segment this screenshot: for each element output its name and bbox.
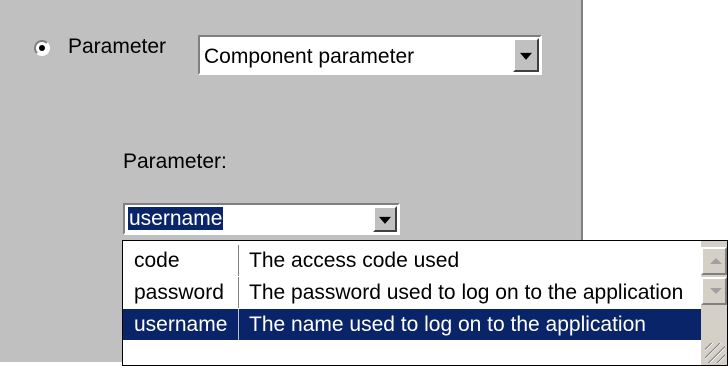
scroll-down-icon [710, 288, 722, 294]
parameter-radio[interactable] [34, 40, 50, 56]
column-divider [238, 245, 239, 276]
list-item-selected[interactable]: username The name used to log on to the … [123, 309, 701, 340]
item-name: code [134, 249, 180, 272]
source-select[interactable]: Component parameter [198, 35, 542, 75]
resize-grip-icon[interactable] [705, 343, 725, 363]
scroll-up-button[interactable] [701, 247, 727, 275]
parameter-combo-button[interactable] [373, 206, 397, 232]
item-description: The name used to log on to the applicati… [249, 313, 646, 336]
item-description: The password used to log on to the appli… [249, 281, 684, 304]
list-item[interactable]: password The password used to log on to … [123, 277, 701, 308]
column-divider [238, 309, 239, 340]
item-name: username [134, 313, 228, 336]
list-item[interactable]: code The access code used [123, 245, 701, 276]
parameter-dropdown-list[interactable]: code The access code used password The p… [122, 240, 728, 366]
item-name: password [134, 281, 224, 304]
parameter-combo[interactable]: username [123, 203, 400, 235]
source-select-value: Component parameter [204, 45, 415, 68]
scroll-down-button[interactable] [701, 277, 727, 305]
scroll-up-icon [710, 258, 722, 264]
column-divider [238, 277, 239, 308]
radio-dot [39, 45, 45, 51]
parameter-combo-value: username [128, 207, 224, 231]
item-description: The access code used [249, 249, 460, 272]
parameter-combo-text[interactable]: username [128, 207, 224, 230]
parameter-label: Parameter: [123, 150, 227, 173]
chevron-down-icon [379, 216, 391, 224]
parameter-radio-label[interactable]: Parameter [68, 35, 166, 59]
source-select-button[interactable] [513, 38, 539, 72]
chevron-down-icon [520, 52, 532, 60]
